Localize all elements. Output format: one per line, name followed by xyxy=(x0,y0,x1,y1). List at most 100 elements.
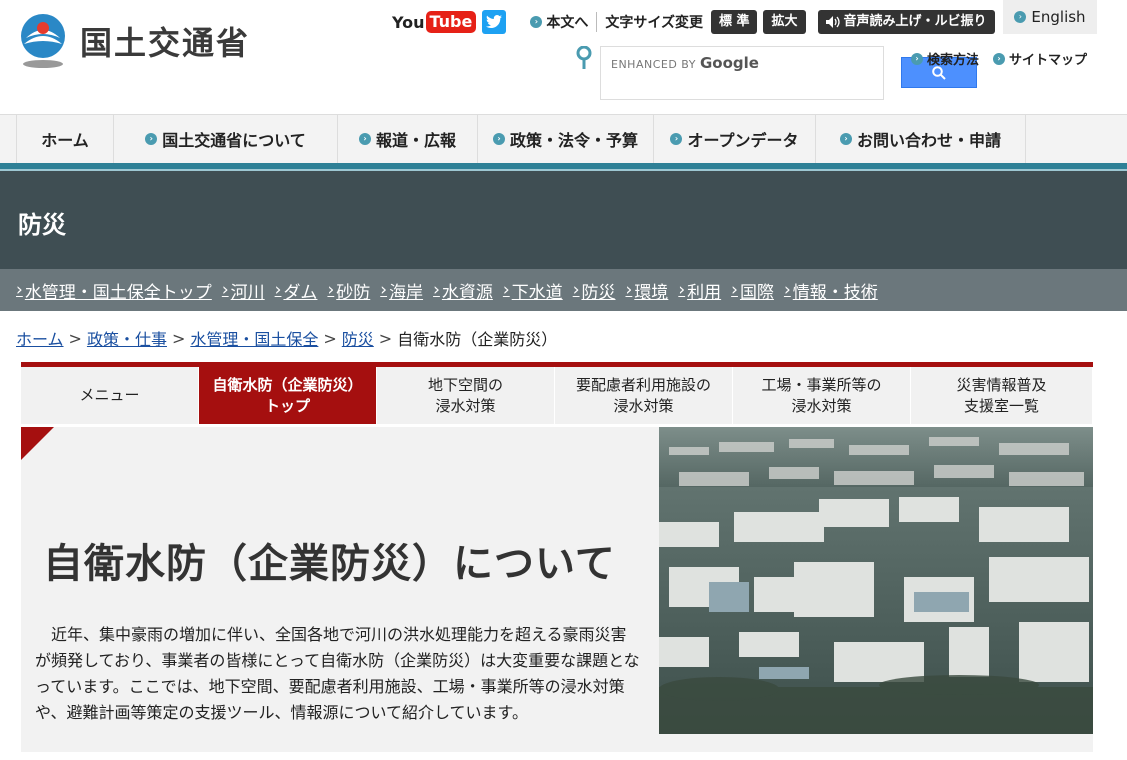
chevron-right-icon: › xyxy=(327,280,335,300)
sub-nav-item[interactable]: › 下水道 xyxy=(503,278,563,303)
breadcrumb-link[interactable]: 政策・仕事 xyxy=(87,326,167,350)
font-size-label: 文字サイズ変更 xyxy=(605,15,703,31)
sub-nav-item[interactable]: › 国際 xyxy=(731,278,774,303)
chevron-right-icon: › xyxy=(433,280,440,300)
breadcrumb-separator: > xyxy=(68,328,82,348)
chevron-right-icon: › xyxy=(572,280,580,300)
youtube-link[interactable]: You Tube xyxy=(392,10,477,34)
global-nav-item[interactable]: ホーム xyxy=(16,115,114,163)
global-nav-label: 報道・広報 xyxy=(375,131,456,150)
site-logo[interactable]: 国土交通省 xyxy=(16,12,250,70)
search-helper-links: › 検索方法 › サイトマップ xyxy=(911,49,1087,68)
chevron-right-icon: › xyxy=(670,133,683,145)
skip-to-content-label: 本文へ xyxy=(546,15,589,31)
content-tab[interactable]: 自衛水防（企業防災） トップ xyxy=(199,367,377,424)
chevron-right-icon: › xyxy=(380,280,388,300)
global-nav-item[interactable]: › 報道・広報 xyxy=(338,115,478,163)
chevron-right-icon: › xyxy=(839,133,852,145)
chevron-right-icon: › xyxy=(16,280,23,300)
content-tab[interactable]: 工場・事業所等の 浸水対策 xyxy=(733,367,911,424)
chevron-right-icon: › xyxy=(625,280,633,300)
chevron-right-icon: › xyxy=(783,280,791,300)
sub-nav-item[interactable]: › 環境 xyxy=(626,278,669,303)
content-tab[interactable]: 地下空間の 浸水対策 xyxy=(377,367,555,424)
sub-nav-label: 水管理・国土保全トップ xyxy=(24,282,212,303)
global-nav-item[interactable]: › オープンデータ xyxy=(654,115,816,163)
chevron-right-icon: › xyxy=(911,52,923,65)
hero-title: 自衛水防（企業防災）について xyxy=(43,540,616,587)
breadcrumb-current: 自衛水防（企業防災） xyxy=(397,330,558,349)
twitter-icon[interactable] xyxy=(482,10,507,34)
youtube-tube: Tube xyxy=(425,11,477,33)
sub-nav-item[interactable]: › 水管理・国土保全トップ xyxy=(16,278,212,303)
global-nav-label: 政策・法令・予算 xyxy=(509,131,638,150)
breadcrumb-link[interactable]: 防災 xyxy=(342,326,374,350)
breadcrumb-link[interactable]: ホーム xyxy=(16,326,64,350)
breadcrumb-link[interactable]: 水管理・国土保全 xyxy=(190,326,318,350)
global-nav: ホーム › 国土交通省について › 報道・広報 › 政策・法令・予算 › オープンデータ › お問い… xyxy=(0,114,1127,164)
sub-nav-label: 情報・技術 xyxy=(792,282,878,303)
site-header: 国土交通省 You Tube › 本文へ 文字サイズ変更 標 準 拡大 音声読み… xyxy=(0,0,1127,114)
chevron-right-icon: › xyxy=(274,280,282,300)
sub-nav-label: 砂防 xyxy=(336,282,371,303)
sub-nav-item[interactable]: › 河川 xyxy=(222,278,265,303)
sub-nav-item[interactable]: › 砂防 xyxy=(327,278,370,303)
breadcrumb-separator: > xyxy=(171,328,186,348)
sub-nav-label: ダム xyxy=(283,282,318,303)
site-search: ENHANCED BY Google xyxy=(600,46,884,100)
chevron-right-icon: › xyxy=(502,280,510,300)
breadcrumb: ホーム > 政策・仕事 > 水管理・国土保全 > 防災 > 自衛水防（企業防災） xyxy=(16,326,557,350)
breadcrumb-separator: > xyxy=(378,328,393,348)
sub-nav-label: 国際 xyxy=(739,282,774,303)
sub-nav-label: 河川 xyxy=(230,282,265,303)
search-placeholder-prefix: ENHANCED BY xyxy=(611,58,696,71)
sub-nav-item[interactable]: › 防災 xyxy=(573,278,616,303)
header-utility-links: You Tube › 本文へ 文字サイズ変更 標 準 拡大 音声読み上げ・ルビ振… xyxy=(392,9,995,35)
font-standard-button[interactable]: 標 準 xyxy=(710,10,758,34)
divider xyxy=(596,12,598,32)
content-tab[interactable]: メニュー xyxy=(21,367,199,424)
chevron-right-icon: › xyxy=(678,280,686,300)
sub-nav-item[interactable]: › 海岸 xyxy=(380,278,423,303)
content-tab[interactable]: 災害情報普及 支援室一覧 xyxy=(911,367,1093,424)
global-nav-label: 国土交通省について xyxy=(162,131,306,150)
chevron-right-icon: › xyxy=(993,52,1006,65)
font-large-button[interactable]: 拡大 xyxy=(763,10,806,34)
global-nav-label: お問い合わせ・申請 xyxy=(856,131,1001,150)
content-tab[interactable]: 要配慮者利用施設の 浸水対策 xyxy=(555,367,733,424)
sub-nav-label: 水資源 xyxy=(441,282,493,303)
hero-description: 近年、集中豪雨の増加に伴い、全国各地で河川の洪水処理能力を超える豪雨災害が頻発し… xyxy=(35,625,640,722)
sub-nav-item[interactable]: › 情報・技術 xyxy=(784,278,878,303)
chevron-right-icon: › xyxy=(358,133,371,145)
global-nav-label: ホーム xyxy=(41,131,89,150)
sub-nav-label: 下水道 xyxy=(511,282,563,303)
content-tab-nav: メニュー 自衛水防（企業防災） トップ 地下空間の 浸水対策 要配慮者利用施設の 浸水… xyxy=(21,362,1093,424)
search-method-label: 検索方法 xyxy=(927,53,980,68)
sub-nav-item[interactable]: › 利用 xyxy=(678,278,721,303)
sub-nav-item[interactable]: › 水資源 xyxy=(433,278,493,303)
english-link[interactable]: › English xyxy=(1003,0,1097,34)
voice-reading-button[interactable]: 音声読み上げ・ルビ振り xyxy=(817,10,995,34)
search-pin-icon xyxy=(576,46,592,69)
sub-nav-label: 環境 xyxy=(634,282,669,303)
search-method-link[interactable]: › 検索方法 xyxy=(911,49,979,68)
sub-nav-label: 利用 xyxy=(687,282,722,303)
english-label: English xyxy=(1031,8,1086,26)
site-name: 国土交通省 xyxy=(80,24,251,62)
search-placeholder-brand: Google xyxy=(699,54,759,72)
global-nav-item[interactable]: › お問い合わせ・申請 xyxy=(816,115,1026,163)
youtube-you: You xyxy=(392,12,425,32)
search-placeholder: ENHANCED BY Google xyxy=(611,54,759,72)
breadcrumb-separator: > xyxy=(323,328,337,348)
sub-nav-label: 海岸 xyxy=(389,282,424,303)
global-nav-item[interactable]: › 国土交通省について xyxy=(114,115,338,163)
global-nav-label: オープンデータ xyxy=(687,131,799,150)
global-nav-item[interactable]: › 政策・法令・予算 xyxy=(478,115,654,163)
skip-to-content-link[interactable]: › 本文へ xyxy=(530,12,588,32)
speaker-icon xyxy=(825,16,840,28)
sitemap-link[interactable]: › サイトマップ xyxy=(993,49,1087,68)
mlit-logo-icon xyxy=(21,14,65,68)
corner-accent xyxy=(21,427,54,460)
chevron-right-icon: › xyxy=(145,133,158,145)
sub-nav-item[interactable]: › ダム xyxy=(275,278,318,303)
